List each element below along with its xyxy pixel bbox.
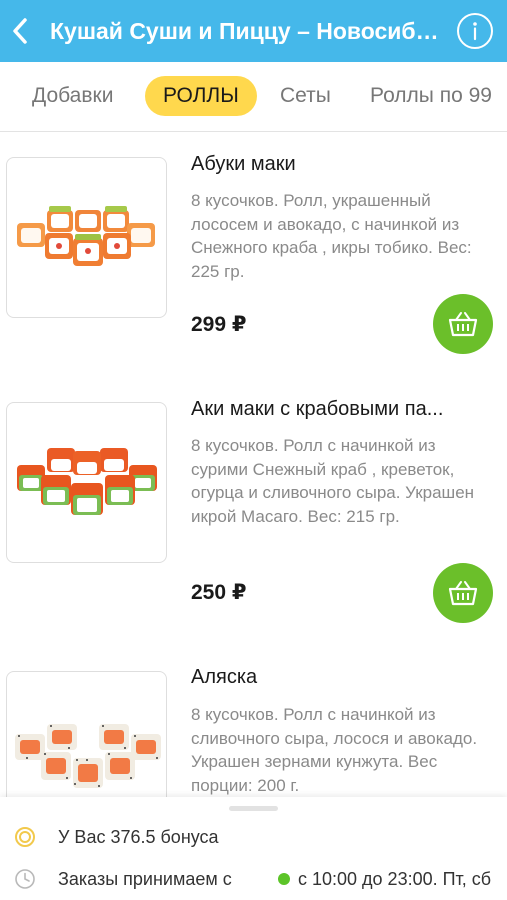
sushi-roll-image	[15, 724, 161, 788]
basket-icon	[448, 312, 478, 337]
info-icon	[473, 22, 477, 41]
tab-rolly[interactable]: РОЛЛЫ	[145, 76, 257, 116]
back-button[interactable]	[0, 0, 40, 62]
drag-handle[interactable]	[229, 806, 278, 811]
product-description: 8 кусочков. Ролл, украшенный лососем и а…	[191, 191, 472, 281]
chevron-left-icon	[13, 18, 27, 44]
add-to-cart-button[interactable]	[433, 294, 493, 354]
sushi-roll-image	[17, 448, 157, 515]
bonus-text: У Вас 376.5 бонуса	[58, 826, 219, 847]
product-list: Абуки маки 8 кусочков. Ролл, украшенный …	[0, 132, 507, 797]
tab-rolly-99[interactable]: Роллы по 99	[370, 76, 492, 116]
product-image[interactable]	[6, 671, 167, 797]
product-image[interactable]	[6, 402, 167, 563]
category-tabs: Добавки РОЛЛЫ Сеты Роллы по 99	[0, 62, 507, 132]
product-image[interactable]	[6, 157, 167, 318]
sushi-roll-image	[17, 206, 155, 266]
open-status-dot	[278, 873, 290, 885]
product-description: 8 кусочков. Ролл с начинкой из сурими Сн…	[191, 436, 475, 526]
product-name[interactable]: Аки маки с крабовыми па...	[191, 398, 491, 421]
coin-icon	[15, 827, 35, 847]
bonus-row: У Вас 376.5 бонуса	[0, 822, 507, 852]
product-name[interactable]: Абуки маки	[191, 153, 491, 176]
app-header: Кушай Суши и Пиццу – Новосибирск	[0, 0, 507, 62]
basket-icon	[448, 581, 478, 606]
page-title: Кушай Суши и Пиццу – Новосибирск	[50, 17, 442, 44]
working-hours-row: Заказы принимаем с с 10:00 до 23:00. Пт,…	[0, 864, 507, 894]
product-price: 299 ₽	[191, 313, 247, 336]
working-hours-text: с 10:00 до 23:00. Пт, сб	[298, 868, 492, 889]
tab-sety[interactable]: Сеты	[280, 76, 331, 116]
product-name[interactable]: Аляска	[191, 666, 491, 689]
info-button[interactable]	[457, 13, 493, 49]
orders-text: Заказы принимаем с	[58, 868, 232, 889]
product-price: 250 ₽	[191, 581, 247, 604]
add-to-cart-button[interactable]	[433, 563, 493, 623]
clock-icon	[15, 869, 35, 889]
tab-dobavki[interactable]: Добавки	[32, 76, 113, 116]
bottom-info-panel: У Вас 376.5 бонуса Заказы принимаем с с …	[0, 797, 507, 900]
product-description: 8 кусочков. Ролл с начинкой из сливочног…	[191, 705, 478, 795]
